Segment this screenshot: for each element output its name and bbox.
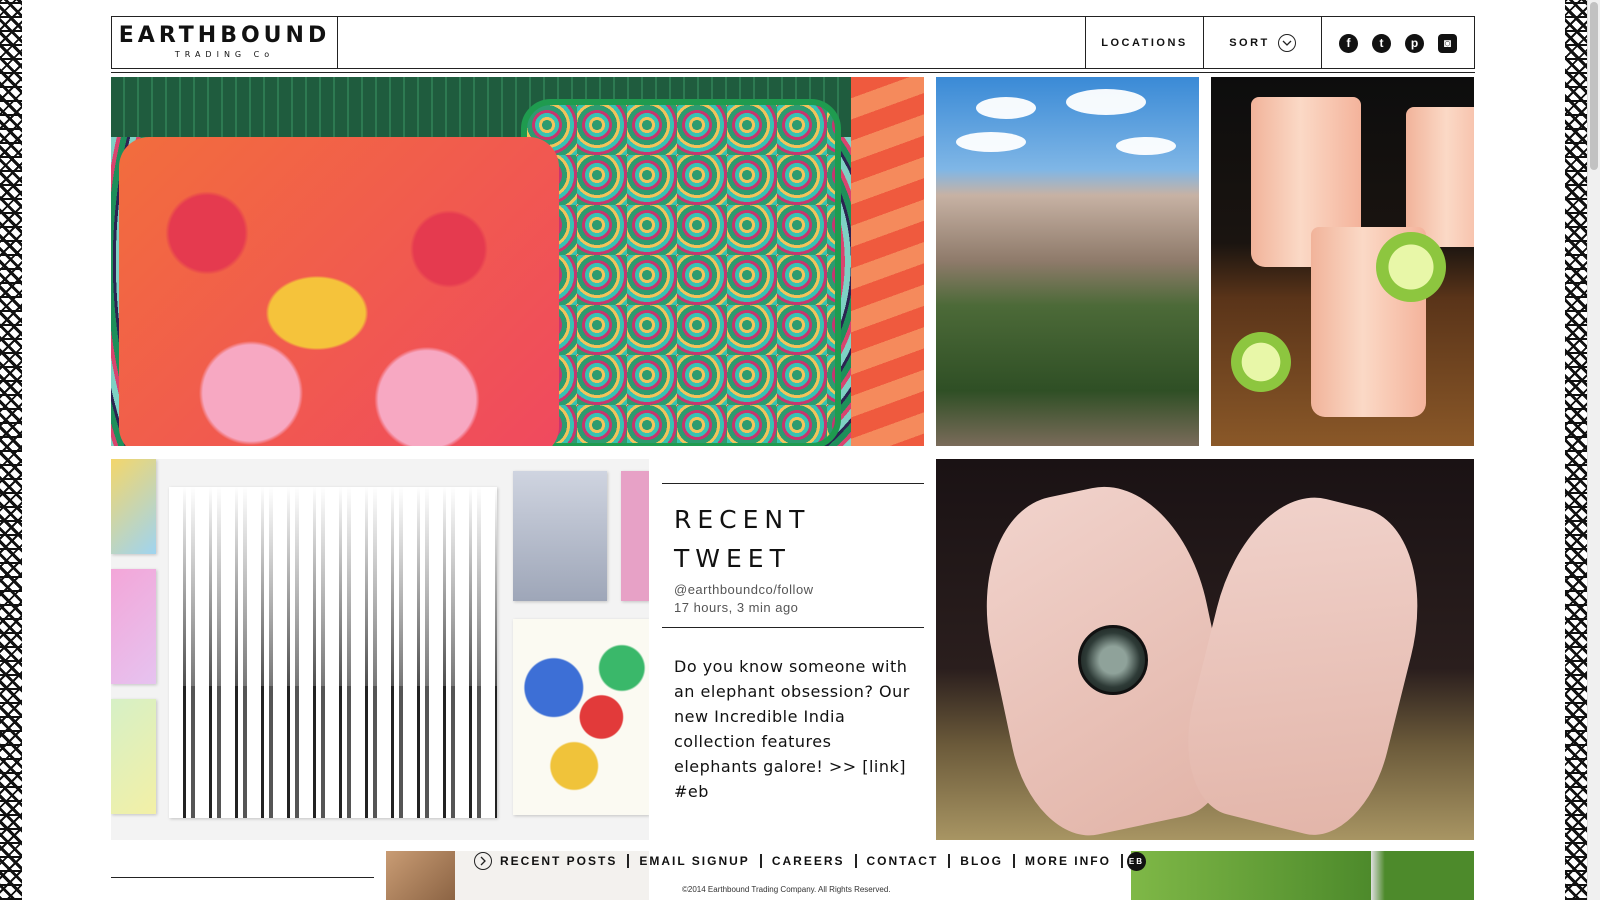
footer-contact[interactable]: CONTACT: [857, 854, 951, 868]
abalone-ring: [1078, 625, 1148, 695]
site-header: EARTHBOUND TRADING Co LOCATIONS SORT f t…: [111, 16, 1475, 69]
cloud: [956, 132, 1026, 152]
footer-blog[interactable]: BLOG: [950, 854, 1015, 868]
bottom-tile-photo[interactable]: [1131, 851, 1474, 900]
tweet-top-divider: [662, 483, 924, 484]
lime-slice: [1231, 332, 1291, 392]
footer-careers[interactable]: CAREERS: [762, 854, 857, 868]
social-links: f t p ◙: [1321, 17, 1475, 69]
city-skyline-canvas: [169, 487, 497, 818]
brand-logo[interactable]: EARTHBOUND TRADING Co: [112, 17, 338, 69]
art-canvas: [621, 471, 649, 601]
hand: [1169, 479, 1443, 840]
tweet-text: Do you know someone with an elephant obs…: [674, 657, 910, 801]
tile-salt-glasses-photo[interactable]: [1211, 77, 1474, 446]
footer-nav: RECENT POSTS EMAIL SIGNUP CAREERS CONTAC…: [474, 851, 1146, 871]
footer-email-signup[interactable]: EMAIL SIGNUP: [629, 854, 762, 868]
nav-locations-label: LOCATIONS: [1101, 37, 1188, 49]
patterned-fabric: [851, 77, 924, 446]
nav-locations[interactable]: LOCATIONS: [1085, 17, 1203, 69]
header-divider-double: [111, 72, 1475, 73]
cloud: [976, 97, 1036, 119]
instagram-icon[interactable]: ◙: [1438, 33, 1457, 53]
tweet-mid-divider: [662, 627, 924, 628]
world-map-canvas: [513, 619, 649, 815]
tribal-pattern-border-right: [1565, 0, 1587, 900]
copyright-notice: ©2014 Earthbound Trading Company. All Ri…: [682, 885, 891, 894]
pinterest-icon[interactable]: p: [1405, 33, 1424, 53]
footer-more-info[interactable]: MORE INFO: [1015, 854, 1123, 868]
scrollbar-thumb[interactable]: [1590, 2, 1598, 170]
brand-name: EARTHBOUND: [118, 23, 331, 48]
tweet-heading-line2: TWEET: [674, 544, 791, 573]
art-canvas: [111, 569, 156, 684]
tribal-pattern-border-left: [0, 0, 22, 900]
cloud: [1066, 89, 1146, 115]
bottom-tile-photo[interactable]: [386, 851, 455, 900]
ganesha-pillow: [119, 137, 559, 446]
recent-tweet-panel: RECENT TWEET @earthboundco/follow 17 hou…: [662, 483, 924, 804]
chevron-down-circle-icon: [1277, 34, 1296, 52]
brand-tagline: TRADING Co: [174, 50, 275, 59]
tweet-timestamp: 17 hours, 3 min ago: [674, 600, 799, 615]
tweet-heading: RECENT TWEET: [674, 500, 924, 578]
salt-glass: [1406, 107, 1474, 247]
mandala-pillow: [521, 99, 841, 446]
tile-ring-hands-photo[interactable]: [936, 459, 1474, 840]
art-canvas: [111, 459, 156, 554]
tile-landscape-photo[interactable]: [936, 77, 1199, 446]
nav-sort[interactable]: SORT: [1203, 17, 1321, 69]
tweet-heading-line1: RECENT: [674, 505, 811, 534]
tile-wall-art-photo[interactable]: [111, 459, 649, 840]
header-divider: [111, 68, 1475, 69]
art-canvas: [513, 471, 607, 601]
tweet-handle-link[interactable]: @earthboundco/follow: [674, 582, 924, 597]
eb-badge-icon[interactable]: EB: [1126, 851, 1146, 871]
bottom-divider: [111, 877, 374, 878]
art-canvas: [111, 699, 156, 814]
nav-sort-label: SORT: [1229, 37, 1270, 49]
chevron-right-circle-icon[interactable]: [474, 852, 492, 870]
facebook-icon[interactable]: f: [1339, 33, 1358, 53]
twitter-icon[interactable]: t: [1372, 33, 1391, 53]
lime-slice: [1376, 232, 1446, 302]
cloud: [1116, 137, 1176, 155]
footer-recent-posts[interactable]: RECENT POSTS: [500, 854, 630, 868]
tile-pillows-photo[interactable]: [111, 77, 924, 446]
